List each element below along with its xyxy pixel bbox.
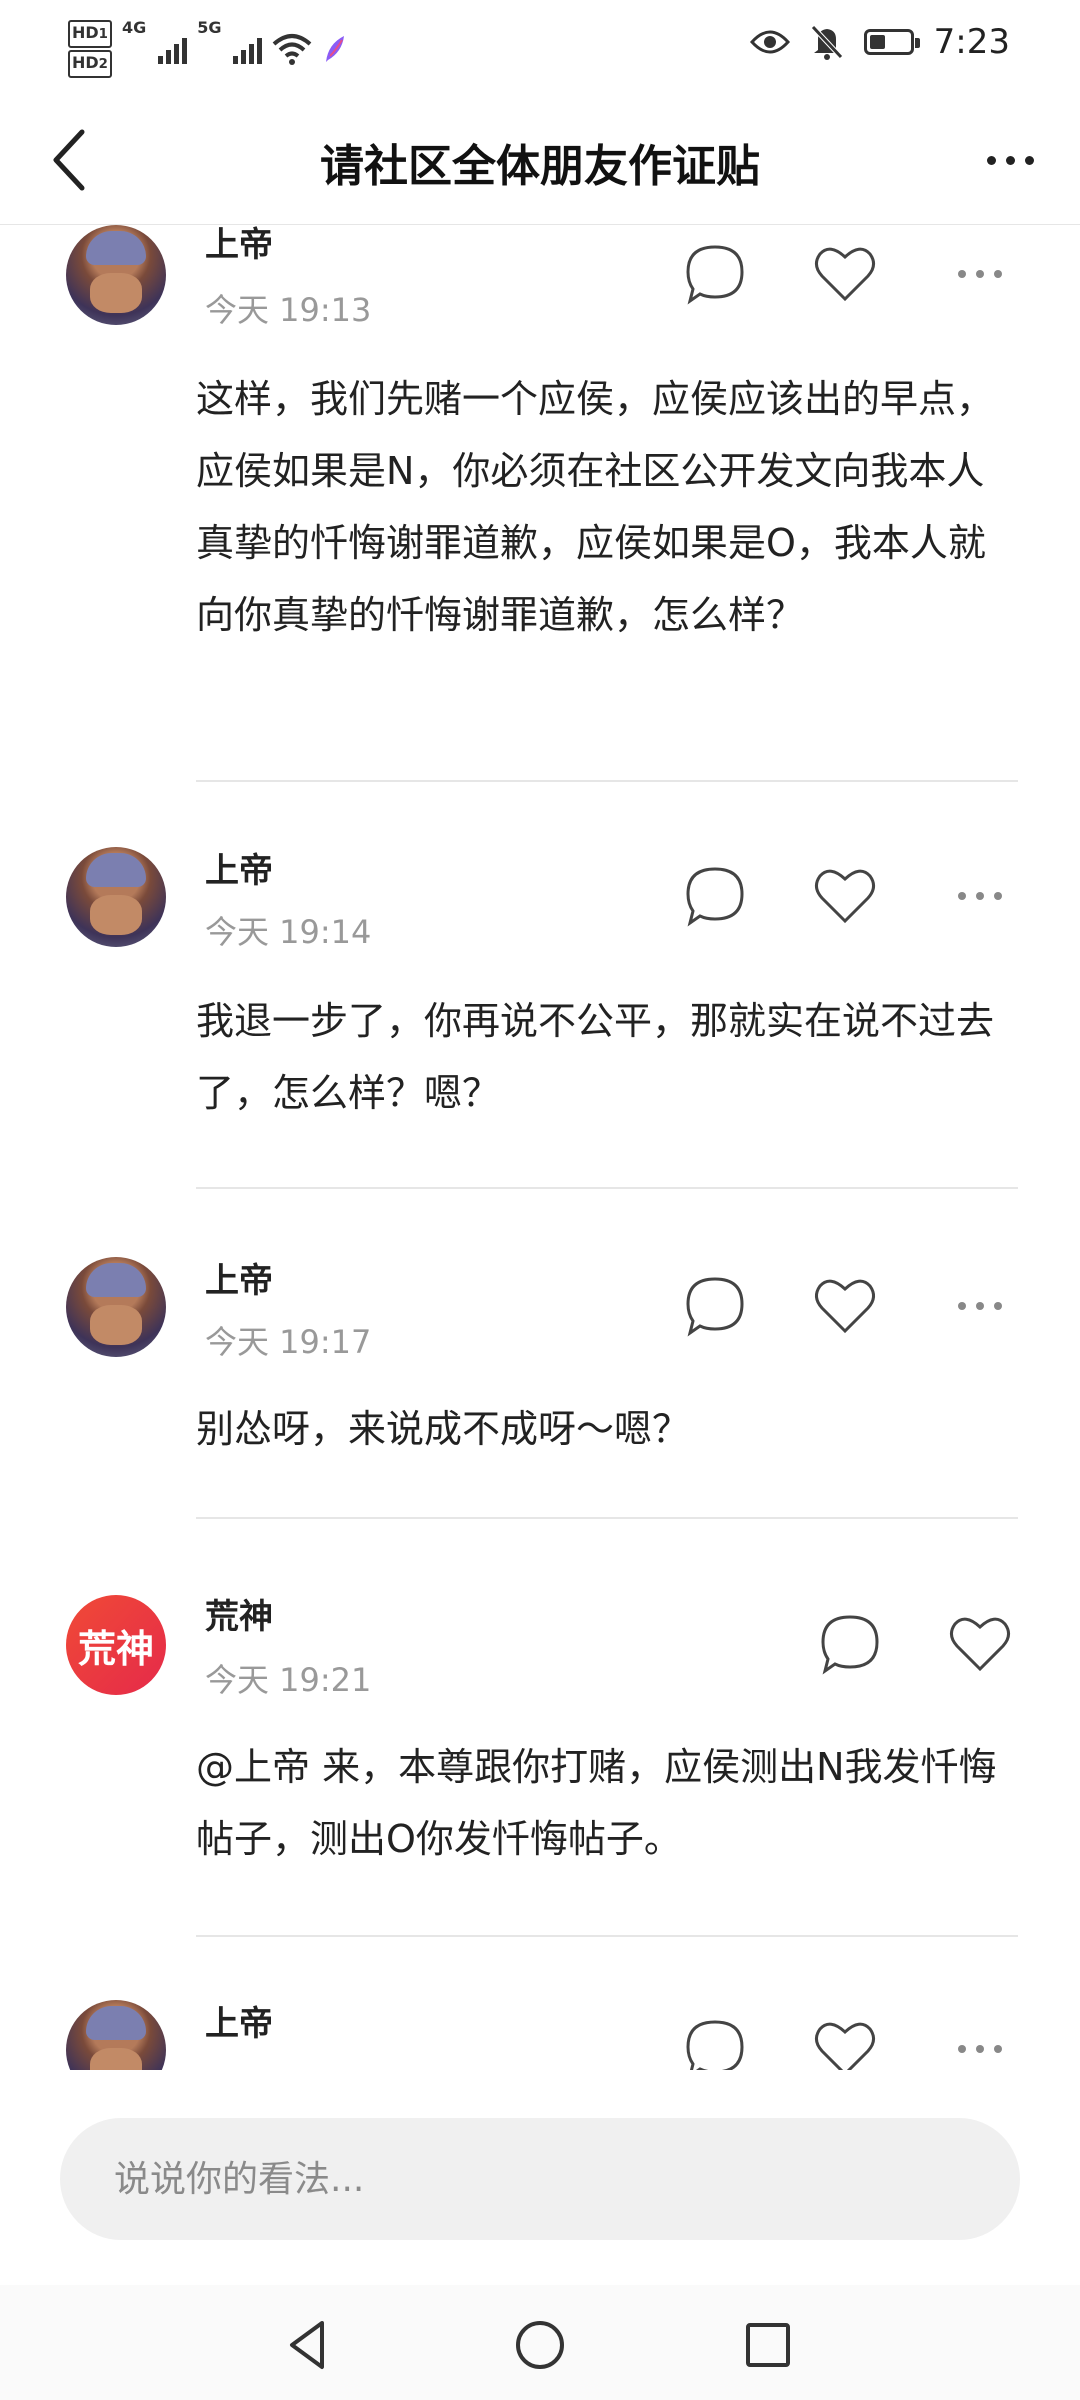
- username[interactable]: 上帝: [205, 1996, 273, 2045]
- like-button[interactable]: [810, 861, 880, 931]
- status-left: HD1 HD2 4G 5G: [68, 18, 348, 80]
- like-button[interactable]: [810, 1271, 880, 1341]
- divider: [196, 780, 1018, 782]
- avatar[interactable]: [66, 225, 166, 325]
- heart-icon: [815, 869, 875, 924]
- comment-text: @上帝 来，本尊跟你打赌，应侯测出N我发忏悔帖子，测出O你发忏悔帖子。: [196, 1745, 997, 1861]
- status-bar: HD1 HD2 4G 5G 7:23: [0, 0, 1080, 96]
- network-type-1: 4G: [121, 18, 147, 37]
- comment-more-button[interactable]: [945, 2029, 1015, 2069]
- comment-item: 上帝: [0, 2000, 1080, 2070]
- divider: [196, 1187, 1018, 1189]
- heart-icon: [815, 2022, 875, 2070]
- like-button[interactable]: [945, 1609, 1015, 1679]
- comment-item: 上帝 今天 19:17 别怂呀，来说成不成呀～嗯？: [0, 1257, 1080, 1597]
- username[interactable]: 上帝: [205, 1253, 273, 1302]
- timestamp: 今天 19:17: [205, 1323, 372, 1361]
- divider: [196, 1935, 1018, 1937]
- timestamp: 今天 19:14: [205, 913, 372, 951]
- status-right: 7:23: [749, 22, 1010, 62]
- nav-home-button[interactable]: [510, 2315, 570, 2375]
- reply-button[interactable]: [680, 861, 750, 931]
- comment-item: 上帝 今天 19:14 我退一步了，你再说不公平，那就实在说不过去了，怎么样？嗯…: [0, 847, 1080, 1247]
- nav-recents-button[interactable]: [738, 2315, 798, 2375]
- username[interactable]: 上帝: [205, 225, 273, 266]
- comment-input[interactable]: [60, 2118, 1020, 2240]
- comment-bubble-icon: [686, 867, 744, 927]
- comment-bubble-icon: [686, 1277, 744, 1337]
- signal-icon: [158, 34, 188, 64]
- page-title: 请社区全体朋友作证贴: [320, 141, 760, 192]
- wifi-icon: [273, 34, 312, 65]
- timestamp: 今天 19:21: [205, 1661, 372, 1699]
- avatar[interactable]: [66, 2000, 166, 2070]
- bell-off-icon: [810, 25, 843, 60]
- avatar[interactable]: 荒神: [66, 1595, 166, 1695]
- more-dots-icon: [958, 892, 966, 900]
- back-triangle-icon: [290, 2321, 324, 2369]
- avatar[interactable]: [66, 847, 166, 947]
- comment-bubble-icon: [821, 1615, 879, 1675]
- top-bar: 请社区全体朋友作证贴: [0, 96, 1080, 225]
- username[interactable]: 上帝: [205, 843, 273, 892]
- more-dots-icon: [958, 2045, 966, 2053]
- nav-back-button[interactable]: [278, 2315, 338, 2375]
- avatar[interactable]: [66, 1257, 166, 1357]
- comment-more-button[interactable]: [945, 254, 1015, 294]
- battery-icon: [863, 29, 920, 55]
- more-horizontal-icon: [986, 155, 996, 165]
- comment-text: 这样，我们先赌一个应侯，应侯应该出的早点，应侯如果是N，你必须在社区公开发文向我…: [196, 377, 995, 637]
- system-nav-bar: [0, 2285, 1080, 2400]
- comment-item: 荒神 荒神 今天 19:21 @上帝 来，本尊跟你打赌，应侯测出N我发忏悔帖子，…: [0, 1595, 1080, 1995]
- feather-icon: [326, 36, 345, 62]
- comment-bubble-icon: [686, 245, 744, 305]
- divider: [196, 1517, 1018, 1519]
- reply-button[interactable]: [680, 239, 750, 309]
- timestamp: 今天 19:13: [205, 291, 372, 329]
- reply-button[interactable]: [680, 2014, 750, 2070]
- hd-indicator: HD1 HD2: [68, 18, 112, 80]
- like-button[interactable]: [810, 239, 880, 309]
- more-dots-icon: [958, 1302, 966, 1310]
- clock: 7:23: [933, 22, 1010, 62]
- heart-icon: [815, 247, 875, 302]
- username[interactable]: 荒神: [205, 1589, 273, 1638]
- network-type-2: 5G: [197, 18, 222, 37]
- comment-more-button[interactable]: [945, 1286, 1015, 1326]
- like-button[interactable]: [810, 2014, 880, 2070]
- comment-bubble-icon: [686, 2020, 744, 2070]
- eye-icon: [749, 30, 790, 54]
- reply-button[interactable]: [680, 1271, 750, 1341]
- heart-icon: [815, 1279, 875, 1334]
- more-button[interactable]: [970, 132, 1050, 188]
- comment-item: 上帝 今天 19:13 这样，我们先赌一个应侯，应侯应该出的早点，应侯如果是N，…: [0, 225, 1080, 785]
- comment-text: 别怂呀，来说成不成呀～嗯？: [196, 1407, 691, 1451]
- comment-list[interactable]: 上帝 今天 19:13 这样，我们先赌一个应侯，应侯应该出的早点，应侯如果是N，…: [0, 225, 1080, 2070]
- home-circle-icon: [516, 2321, 564, 2369]
- reply-button[interactable]: [815, 1609, 885, 1679]
- recents-square-icon: [746, 2323, 790, 2367]
- comment-text: 我退一步了，你再说不公平，那就实在说不过去了，怎么样？嗯？: [196, 999, 995, 1115]
- signal-icon: [233, 34, 263, 64]
- more-dots-icon: [958, 270, 966, 278]
- heart-icon: [950, 1617, 1010, 1672]
- comment-more-button[interactable]: [945, 876, 1015, 916]
